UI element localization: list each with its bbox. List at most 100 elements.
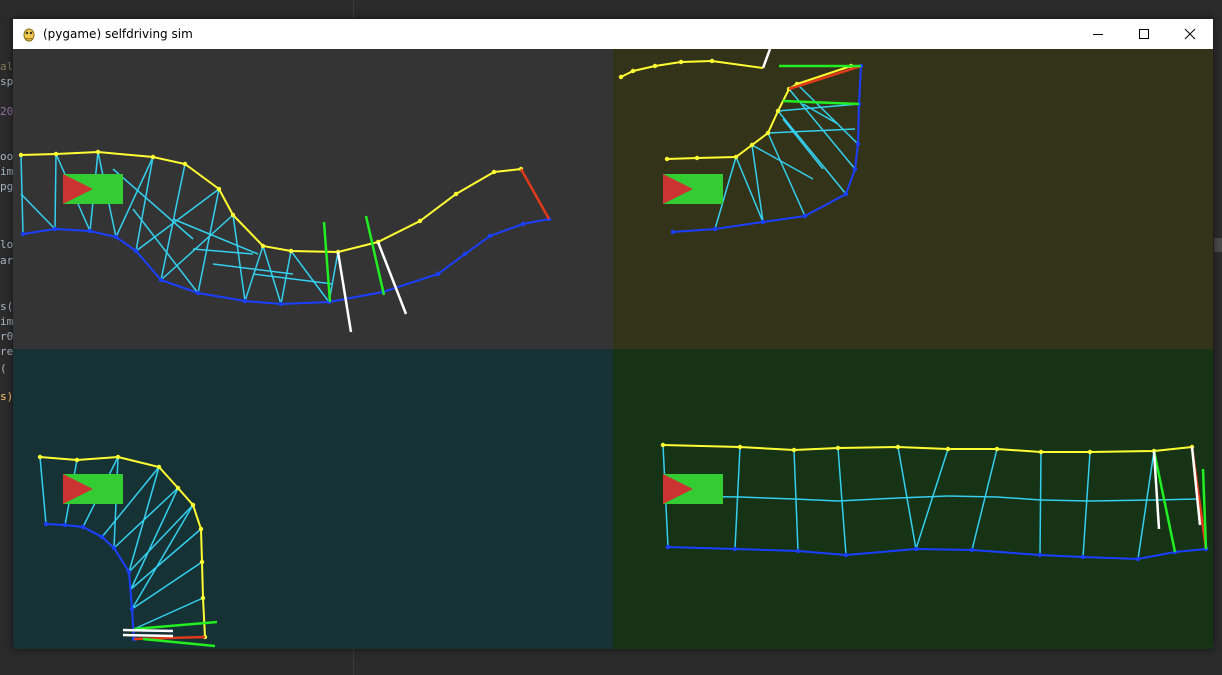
code-fragment: s(	[0, 300, 14, 313]
code-fragment: s)	[0, 390, 14, 403]
bl-right-node	[129, 606, 135, 612]
tl-right-node	[435, 271, 441, 277]
br-right-node	[795, 548, 801, 554]
close-icon	[1184, 28, 1196, 40]
br-cross-line	[1153, 498, 1199, 501]
code-fragment: pg	[0, 180, 14, 193]
tr-right-node	[802, 213, 808, 219]
br-left-node	[791, 447, 797, 453]
bl-right-node	[62, 522, 68, 528]
tr-right-node	[855, 141, 861, 147]
br-right-node	[732, 546, 738, 552]
tl-right-node	[278, 301, 284, 307]
bl-left-node	[198, 526, 204, 532]
tr-left-node	[709, 58, 715, 64]
close-button[interactable]	[1167, 19, 1213, 49]
br-cross-line	[947, 495, 998, 498]
tl-right-node	[520, 221, 526, 227]
maximize-button[interactable]	[1121, 19, 1167, 49]
bl-right-node	[43, 521, 49, 527]
tr-left-node	[652, 63, 658, 69]
bl-left-node	[200, 595, 206, 601]
tr-right-node	[843, 191, 849, 197]
bl-right-node	[111, 545, 117, 551]
tr-left-node	[765, 130, 771, 136]
bl-left-node	[115, 454, 121, 460]
tl-right-node	[20, 231, 26, 237]
minimize-icon	[1093, 34, 1103, 35]
br-cross-line	[1089, 499, 1155, 502]
tl-right-node	[52, 226, 58, 232]
window-controls	[1075, 19, 1213, 49]
br-left-node	[660, 442, 666, 448]
code-fragment: lo	[0, 238, 14, 251]
code-fragment: 20	[0, 105, 14, 118]
tr-left-node	[775, 108, 781, 114]
tl-right-node	[87, 228, 93, 234]
tl-left-node	[230, 212, 236, 218]
tr-left-node	[749, 142, 755, 148]
tr-right-node	[712, 226, 718, 232]
bl-left-node	[37, 454, 43, 460]
br-left-node	[945, 446, 951, 452]
maximize-icon	[1139, 29, 1149, 39]
simulation-svg	[13, 48, 1213, 649]
tl-left-node	[216, 186, 222, 192]
bl-sensor-ray	[122, 633, 174, 638]
tr-right-node	[670, 229, 676, 235]
br-right-node	[913, 546, 919, 552]
bl-right-node	[80, 524, 86, 530]
pygame-window: (pygame) selfdriving sim	[13, 19, 1213, 649]
tl-left-node	[53, 151, 59, 157]
br-right-node	[843, 552, 849, 558]
br-right-node	[1135, 556, 1141, 562]
code-fragment: oo	[0, 150, 14, 163]
br-left-node	[994, 446, 1000, 452]
br-left-node	[835, 445, 841, 451]
tl-left-node	[417, 218, 423, 224]
code-fragment: sp	[0, 75, 14, 88]
br-left-node	[1038, 449, 1044, 455]
br-right-node	[665, 544, 671, 550]
editor-scrollbar-marker[interactable]	[1214, 238, 1222, 252]
code-fragment: im	[0, 165, 14, 178]
bl-left-node	[190, 502, 196, 508]
tl-cross-line	[54, 153, 57, 230]
tr-left-node	[694, 155, 700, 161]
tl-right-node	[113, 234, 119, 240]
br-left-node	[895, 444, 901, 450]
tr-left-node	[618, 74, 624, 80]
simulation-canvas[interactable]	[13, 48, 1213, 649]
pygame-snake-icon	[23, 28, 35, 42]
tl-left-node	[491, 169, 497, 175]
code-fragment: im	[0, 315, 14, 328]
bl-left-node	[156, 464, 162, 470]
tl-left-node	[288, 248, 294, 254]
tr-right-node	[760, 219, 766, 225]
window-titlebar[interactable]: (pygame) selfdriving sim	[13, 19, 1213, 49]
br-left-node	[1087, 449, 1093, 455]
tl-right-node	[158, 277, 164, 283]
tl-left-node	[95, 149, 101, 155]
code-fragment: (	[0, 362, 7, 375]
tl-left-node	[18, 152, 24, 158]
tr-left-node	[733, 154, 739, 160]
minimize-button[interactable]	[1075, 19, 1121, 49]
code-fragment: r0	[0, 330, 14, 343]
code-fragment: ar	[0, 254, 14, 267]
tl-right-node	[242, 298, 248, 304]
br-cross-line	[1039, 451, 1042, 556]
br-right-node	[969, 547, 975, 553]
bl-sensor-ray	[122, 628, 174, 633]
tl-left-node	[150, 154, 156, 160]
tr-left-node	[630, 68, 636, 74]
bl-right-node	[99, 534, 105, 540]
tl-right-node	[487, 233, 493, 239]
br-right-node	[1037, 552, 1043, 558]
tl-left-node	[453, 191, 459, 197]
tl-left-node	[260, 243, 266, 249]
tl-right-node	[133, 248, 139, 254]
bl-left-node	[175, 485, 181, 491]
bl-left-node	[74, 457, 80, 463]
tr-left-node	[678, 59, 684, 65]
